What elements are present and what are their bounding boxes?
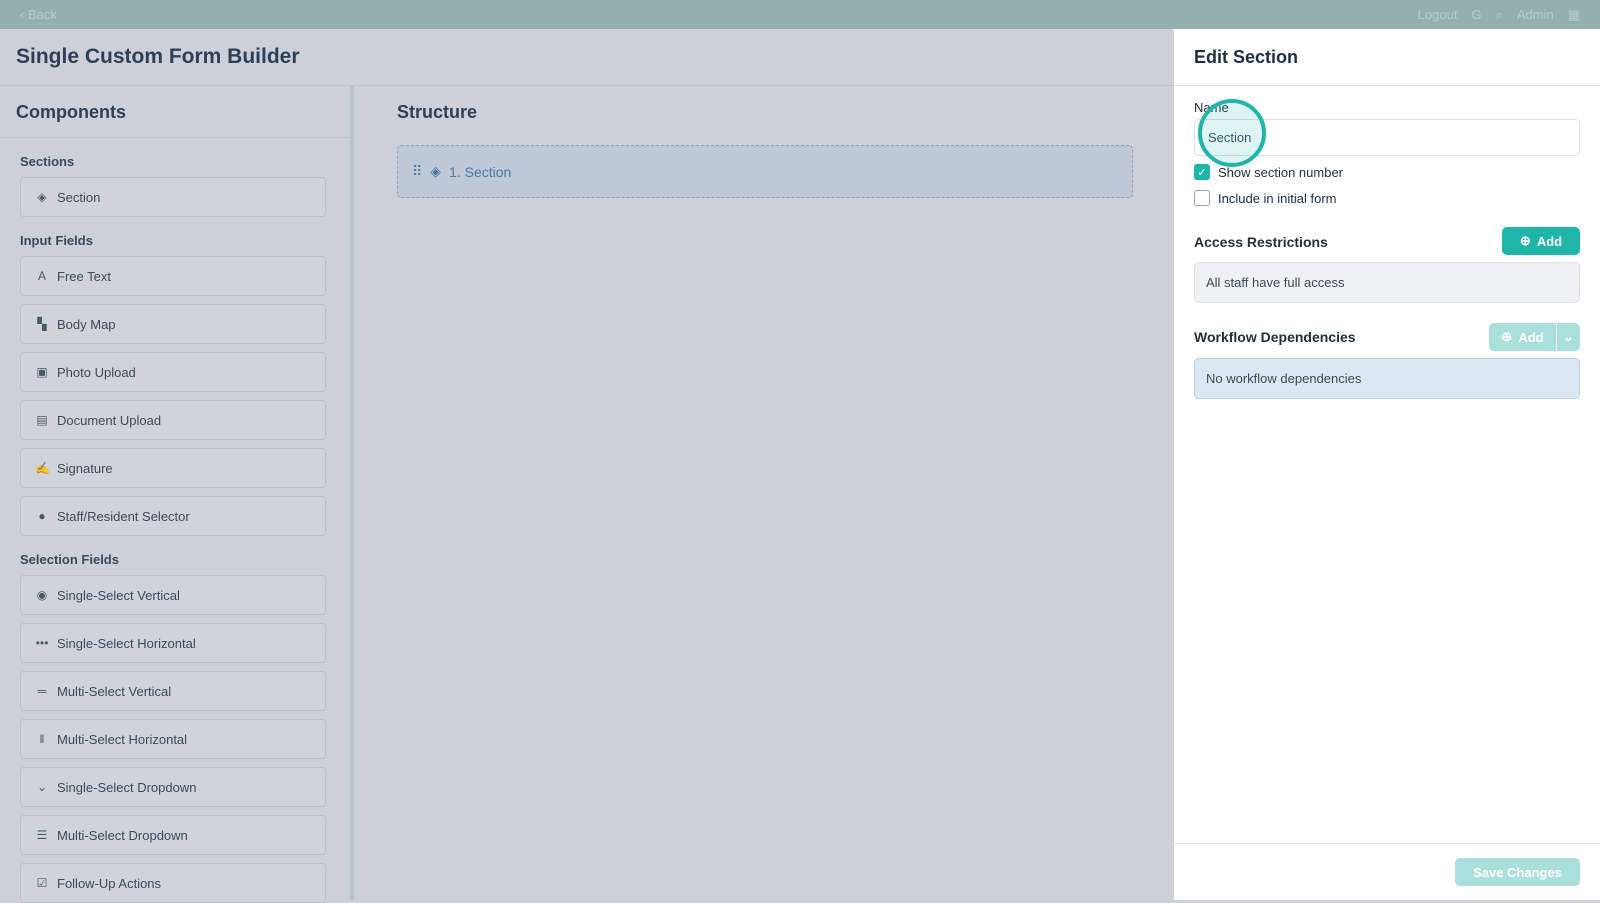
component-label: Staff/Resident Selector [57, 508, 190, 524]
structure-area: Structure [397, 86, 477, 123]
include-initial-form-checkbox[interactable]: Include in initial form [1194, 190, 1337, 206]
user-icon: ● [38, 509, 46, 523]
signature-icon: ✍ [35, 461, 50, 475]
google-icon[interactable]: G [1471, 7, 1481, 22]
layers-icon: ◈ [430, 163, 442, 179]
save-changes-button[interactable]: Save Changes [1455, 858, 1580, 886]
top-bar: ‹ Back Logout G ⌕ Admin ▦ [0, 0, 1600, 29]
body-map-icon: ▚ [37, 317, 47, 331]
component-label: Multi-Select Vertical [57, 683, 172, 699]
workflow-info: No workflow dependencies [1194, 358, 1580, 399]
component-label: Photo Upload [57, 364, 136, 380]
add-access-button[interactable]: ⊕ Add [1502, 227, 1580, 255]
component-label: Single-Select Vertical [57, 587, 180, 603]
drag-handle-icon[interactable]: ⠿ [412, 163, 422, 180]
panel-footer: Save Changes [1174, 843, 1600, 900]
apps-grid-icon[interactable]: ▦ [1568, 7, 1580, 23]
component-label: Single-Select Dropdown [57, 779, 197, 795]
component-item[interactable]: ◉ Single-Select Vertical [20, 575, 326, 615]
page-header: Single Custom Form Builder [0, 29, 1174, 86]
component-group-label: Selection Fields [20, 552, 119, 567]
access-restrictions-title: Access Restrictions [1194, 234, 1328, 250]
list-icon: ☰ [36, 828, 48, 842]
structure-section-item[interactable]: ⠿ ◈ 1. Section [397, 145, 1133, 198]
component-group-label: Sections [20, 154, 75, 169]
components-title: Components [0, 86, 350, 138]
workflow-dependencies-title: Workflow Dependencies [1194, 329, 1356, 345]
component-label: Single-Select Horizontal [57, 635, 196, 651]
image-icon: ▣ [36, 365, 48, 379]
search-icon[interactable]: ⌕ [1496, 7, 1503, 23]
text-icon: A [37, 269, 46, 283]
component-item[interactable]: ☑ Follow-Up Actions [20, 863, 326, 903]
plus-circle-icon: ⊕ [1501, 329, 1513, 344]
structure-title: Structure [397, 102, 478, 122]
panel-title: Edit Section [1174, 29, 1600, 86]
layers-icon: ◈ [37, 190, 47, 204]
checkbox-checked-icon[interactable]: ✓ [1194, 164, 1210, 180]
include-initial-label: Include in initial form [1218, 190, 1337, 206]
back-link[interactable]: ‹ Back [20, 7, 57, 22]
components-sidebar: Components Sections ◈ Section Input Fields A… [0, 86, 354, 903]
component-item[interactable]: ═ Multi-Select Vertical [20, 671, 326, 711]
add-workflow-button[interactable]: ⊕ Add [1489, 323, 1556, 351]
add-label: Add [1518, 329, 1544, 345]
checkbox-icon: ☑ [36, 876, 48, 890]
logout-link[interactable]: Logout [1418, 7, 1458, 22]
component-item[interactable]: ▣ Photo Upload [20, 352, 326, 392]
plus-circle-icon: ⊕ [1519, 233, 1531, 248]
component-item[interactable]: ✍ Signature [20, 448, 326, 488]
component-item[interactable]: ▚ Body Map [20, 304, 326, 344]
equals-icon: ═ [37, 684, 47, 698]
click-indicator [1198, 99, 1266, 167]
component-label: Document Upload [57, 412, 162, 428]
component-label: Follow-Up Actions [57, 875, 162, 891]
bars-icon: ‖ [39, 732, 45, 746]
component-item[interactable]: ••• Single-Select Horizontal [20, 623, 326, 663]
component-item[interactable]: ⌄ Single-Select Dropdown [20, 767, 326, 807]
component-item[interactable]: A Free Text [20, 256, 326, 296]
component-item[interactable]: ‖ Multi-Select Horizontal [20, 719, 326, 759]
user-name[interactable]: Admin [1517, 7, 1554, 22]
add-label: Add [1536, 233, 1563, 249]
component-group-label: Input Fields [20, 233, 93, 248]
file-icon: ▤ [36, 413, 48, 427]
component-item[interactable]: ▤ Document Upload [20, 400, 326, 440]
access-info: All staff have full access [1194, 262, 1580, 303]
page-title: Single Custom Form Builder [16, 45, 300, 68]
component-item[interactable]: ☰ Multi-Select Dropdown [20, 815, 326, 855]
chevron-down-icon: ⌄ [1563, 329, 1574, 344]
component-label: Body Map [57, 316, 116, 332]
section-label: 1. Section [449, 163, 512, 180]
workflow-dropdown-toggle[interactable]: ⌄ [1557, 323, 1580, 351]
component-label: Free Text [57, 268, 111, 284]
checkbox-unchecked-icon[interactable] [1194, 190, 1210, 206]
show-section-number-checkbox[interactable]: ✓ Show section number [1194, 164, 1343, 180]
radio-icon: ◉ [36, 588, 48, 602]
component-label: Section [57, 189, 101, 205]
component-label: Signature [57, 460, 113, 476]
show-number-label: Show section number [1218, 164, 1344, 180]
component-label: Multi-Select Dropdown [57, 827, 188, 843]
component-label: Multi-Select Horizontal [57, 731, 188, 747]
dots-icon: ••• [35, 636, 49, 650]
chevron-down-icon: ⌄ [36, 780, 48, 794]
component-item[interactable]: ◈ Section [20, 177, 326, 217]
component-item[interactable]: ● Staff/Resident Selector [20, 496, 326, 536]
